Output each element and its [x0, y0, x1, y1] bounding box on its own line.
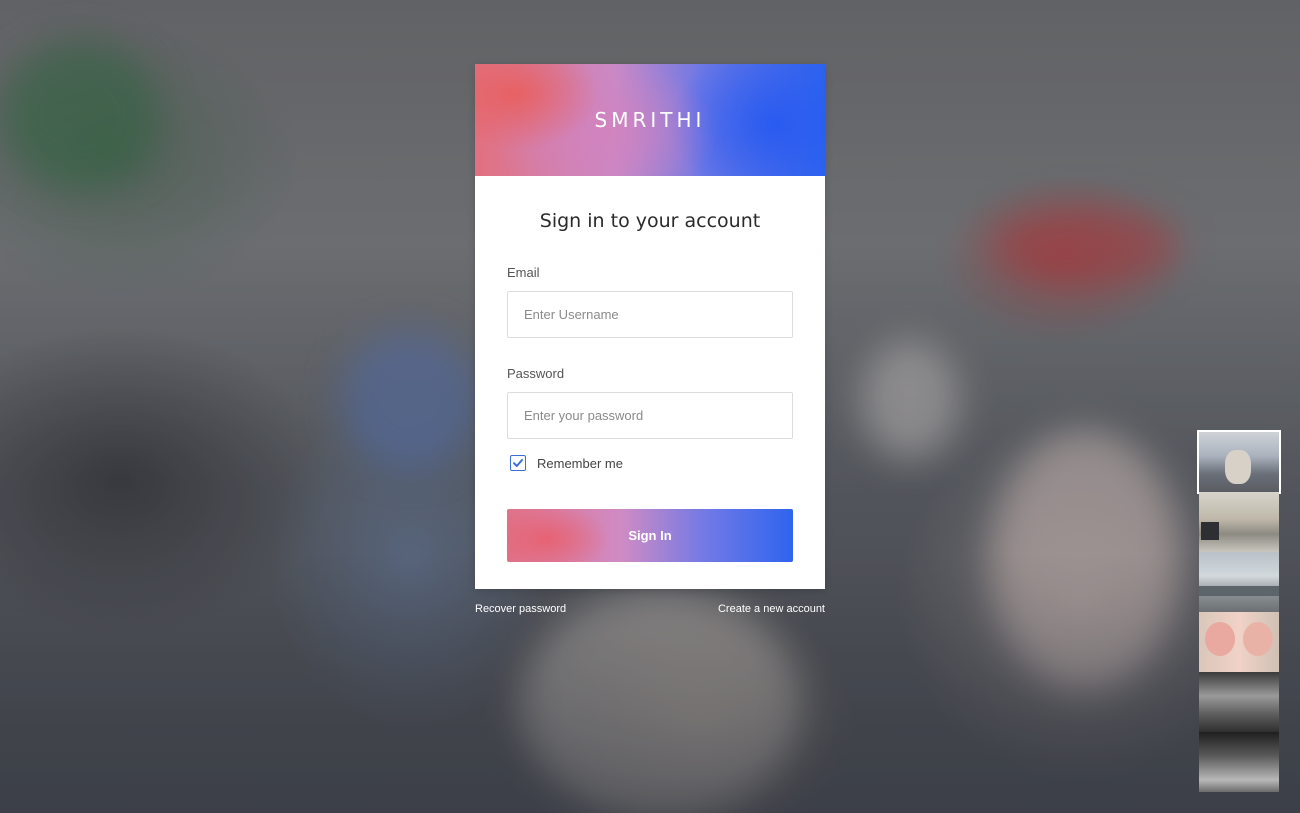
- background-blur-shape: [340, 330, 480, 470]
- login-form: Sign in to your account Email Password R…: [475, 176, 825, 562]
- background-blur-shape: [860, 340, 960, 460]
- login-card-header: SMRITHI: [475, 64, 825, 176]
- checkmark-icon: [513, 459, 523, 467]
- email-input[interactable]: [507, 291, 793, 338]
- remember-me[interactable]: Remember me: [510, 455, 793, 471]
- background-blur-shape: [990, 205, 1180, 285]
- thumbnail-dark-alley[interactable]: [1199, 732, 1279, 792]
- brand-logo-text: SMRITHI: [594, 108, 706, 132]
- email-field-group: Email: [507, 265, 793, 338]
- thumbnail-street-scooters[interactable]: [1197, 430, 1281, 494]
- thumbnail-sleeping-dog[interactable]: [1199, 672, 1279, 732]
- background-thumbnail-strip: [1197, 430, 1281, 792]
- sign-in-button[interactable]: Sign In: [507, 509, 793, 562]
- page-background: SMRITHI Sign in to your account Email Pa…: [0, 0, 1300, 813]
- remember-me-label: Remember me: [537, 455, 623, 471]
- password-input[interactable]: [507, 392, 793, 439]
- email-label: Email: [507, 265, 540, 280]
- auth-links: Recover password Create a new account: [475, 603, 825, 615]
- login-card: SMRITHI Sign in to your account Email Pa…: [475, 64, 825, 589]
- recover-password-link[interactable]: Recover password: [475, 603, 566, 615]
- create-account-link[interactable]: Create a new account: [718, 603, 825, 615]
- password-field-group: Password: [507, 366, 793, 439]
- thumbnail-river-city[interactable]: [1199, 552, 1279, 612]
- thumbnail-babies[interactable]: [1199, 612, 1279, 672]
- remember-me-checkbox[interactable]: [510, 455, 526, 471]
- background-blur-shape: [0, 40, 160, 190]
- password-label: Password: [507, 366, 565, 381]
- background-road: [0, 553, 1300, 813]
- thumbnail-street-van[interactable]: [1199, 492, 1279, 552]
- login-title: Sign in to your account: [539, 210, 761, 232]
